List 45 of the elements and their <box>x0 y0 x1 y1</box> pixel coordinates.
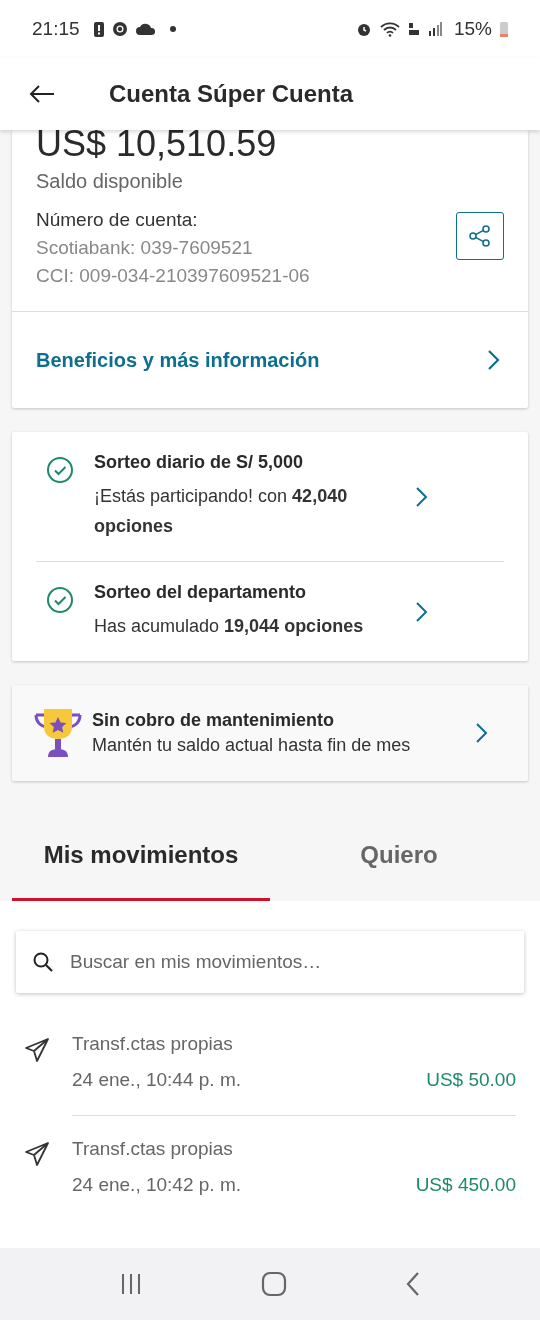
raffle-title: Sorteo del departamento <box>94 582 308 603</box>
recent-apps-icon[interactable] <box>119 1272 143 1296</box>
benefits-link[interactable]: Beneficios y más información <box>12 311 528 408</box>
chevron-right-icon[interactable] <box>474 722 488 744</box>
account-number-label: Número de cuenta: <box>36 209 199 231</box>
check-circle-icon <box>46 456 74 484</box>
movement-amount: US$ 50.00 <box>426 1069 516 1091</box>
chevron-right-icon <box>486 349 500 371</box>
search-field[interactable]: Buscar en mis movimientos… <box>68 950 508 974</box>
alarm-icon <box>355 21 372 37</box>
battery-percent: 15% <box>453 18 492 40</box>
notification-dot <box>169 26 176 32</box>
check-circle-icon <box>46 586 74 614</box>
movement-date: 24 ene., 10:42 p. m. <box>72 1174 241 1196</box>
signal-icon <box>427 22 442 36</box>
balance-label: Saldo disponible <box>36 170 184 193</box>
back-arrow-icon[interactable] <box>29 84 55 104</box>
movement-amount: US$ 450.00 <box>415 1174 516 1196</box>
paper-plane-icon <box>24 1141 50 1167</box>
screen-title: Cuenta Súper Cuenta <box>109 80 354 108</box>
home-icon[interactable] <box>261 1271 287 1297</box>
chevron-right-icon[interactable] <box>414 600 428 623</box>
share-icon <box>467 223 493 249</box>
battery-icon <box>500 21 508 37</box>
chevron-right-icon[interactable] <box>414 485 428 508</box>
cci-number: CCI: 009-034-210397609521-06 <box>36 265 311 287</box>
tab[interactable]: Quiero <box>270 811 528 901</box>
raffle-title: Sorteo diario de S/ 5,000 <box>94 452 305 473</box>
promo-description: Mantén tu saldo actual hasta fin de mes <box>92 733 412 757</box>
movement-title: Transf.ctas propias <box>72 1033 234 1055</box>
raffle-description: Has acumulado 19,044 opciones <box>94 615 365 638</box>
battery-alert-icon <box>93 21 104 37</box>
back-icon[interactable] <box>405 1271 421 1297</box>
promo-title: Sin cobro de mantenimiento <box>92 709 336 731</box>
cloud-icon <box>135 23 156 35</box>
status-time: 21:15 <box>32 18 80 40</box>
raffle-description: ¡Estás participando! con 42,040 opciones <box>94 485 349 538</box>
share-button[interactable] <box>456 212 504 260</box>
search-icon <box>32 951 54 973</box>
wifi-icon <box>379 21 400 37</box>
account-number: Scotiabank: 039-7609521 <box>36 237 254 259</box>
paper-plane-icon <box>24 1037 50 1063</box>
movement-title: Transf.ctas propias <box>72 1138 234 1160</box>
trophy-icon <box>34 707 82 759</box>
movement-date: 24 ene., 10:44 p. m. <box>72 1069 241 1091</box>
